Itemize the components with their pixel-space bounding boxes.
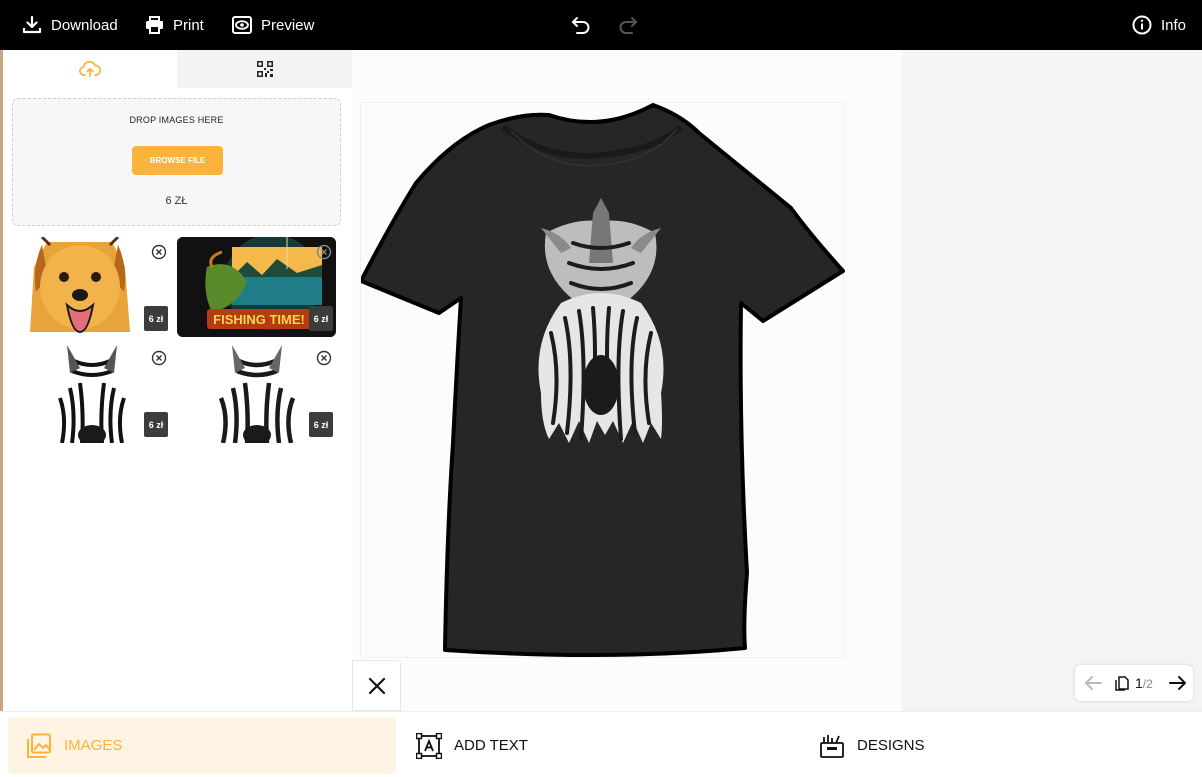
close-circle-icon — [151, 350, 167, 366]
images-panel: DROP IMAGES HERE BROWSE FILE 6 ZŁ 6 zł F… — [0, 50, 352, 711]
tab-designs[interactable]: DESIGNS — [819, 717, 925, 774]
image-price-badge: 6 zł — [144, 306, 168, 331]
arrow-left-icon — [1085, 676, 1102, 690]
download-button[interactable]: Download — [22, 0, 118, 50]
browse-file-button[interactable]: BROWSE FILE — [132, 146, 223, 175]
preview-label: Preview — [261, 16, 315, 34]
close-circle-icon — [316, 350, 332, 366]
zebra-print — [538, 198, 664, 443]
remove-image-2-button[interactable] — [316, 244, 332, 260]
image-price-badge: 6 zł — [144, 412, 168, 437]
image-dropzone[interactable]: DROP IMAGES HERE BROWSE FILE 6 ZŁ — [12, 98, 341, 226]
image-price-badge: 6 zł — [309, 412, 333, 437]
download-label: Download — [51, 16, 118, 34]
info-button[interactable]: Info — [1132, 0, 1186, 50]
redo-button[interactable] — [617, 14, 639, 36]
tab-qr-code[interactable] — [177, 50, 352, 88]
total-pages: /2 — [1142, 677, 1153, 691]
page-indicator: 1/2 — [1135, 675, 1153, 691]
remove-image-3-button[interactable] — [151, 350, 167, 366]
tab-images[interactable]: IMAGES — [8, 717, 396, 774]
image-price-badge: 6 zł — [309, 306, 333, 331]
close-icon — [368, 677, 385, 694]
upload-tabs — [3, 50, 352, 88]
add-text-tab-label: ADD TEXT — [454, 737, 528, 754]
text-box-icon — [416, 732, 442, 759]
info-label: Info — [1161, 16, 1187, 34]
tab-upload[interactable] — [3, 50, 177, 88]
tshirt-mockup — [359, 103, 845, 658]
printer-icon — [145, 16, 164, 34]
tab-add-text[interactable]: ADD TEXT — [416, 717, 528, 774]
next-page-button[interactable] — [1168, 674, 1188, 697]
arrow-right-icon — [1169, 676, 1186, 690]
product-preview[interactable] — [359, 102, 845, 658]
designs-tab-label: DESIGNS — [857, 737, 925, 754]
fishing-time-text: FISHING TIME! — [213, 312, 305, 327]
top-toolbar: Download Print Preview Info — [0, 0, 1202, 50]
remove-image-4-button[interactable] — [316, 350, 332, 366]
close-panel-button[interactable] — [352, 660, 401, 711]
designs-icon — [820, 734, 844, 758]
canvas-margin — [902, 50, 1202, 711]
close-circle-icon — [316, 244, 332, 260]
current-page: 1 — [1135, 675, 1143, 691]
dropzone-title: DROP IMAGES HERE — [129, 115, 224, 125]
cloud-upload-icon — [79, 61, 101, 77]
previous-page-button[interactable] — [1083, 674, 1103, 697]
preview-eye-icon — [232, 16, 252, 34]
remove-image-1-button[interactable] — [151, 244, 167, 260]
undo-button[interactable] — [570, 14, 592, 36]
images-icon — [27, 733, 51, 758]
undo-icon — [572, 17, 590, 34]
print-button[interactable]: Print — [145, 0, 204, 50]
images-tab-label: IMAGES — [64, 737, 123, 754]
info-icon — [1132, 15, 1152, 35]
preview-button[interactable]: Preview — [232, 0, 314, 50]
upload-price: 6 ZŁ — [165, 195, 188, 207]
qr-code-icon — [256, 61, 273, 77]
app-root: Download Print Preview Info DROP IMAGES … — [0, 0, 1202, 777]
bottom-toolbar: IMAGES ADD TEXT DESIGNS — [0, 711, 1202, 777]
close-circle-icon — [151, 244, 167, 260]
print-label: Print — [173, 16, 204, 34]
redo-icon — [619, 17, 637, 34]
page-navigator: 1/2 — [1075, 665, 1193, 701]
download-icon — [22, 15, 42, 35]
pages-icon — [1115, 676, 1129, 696]
